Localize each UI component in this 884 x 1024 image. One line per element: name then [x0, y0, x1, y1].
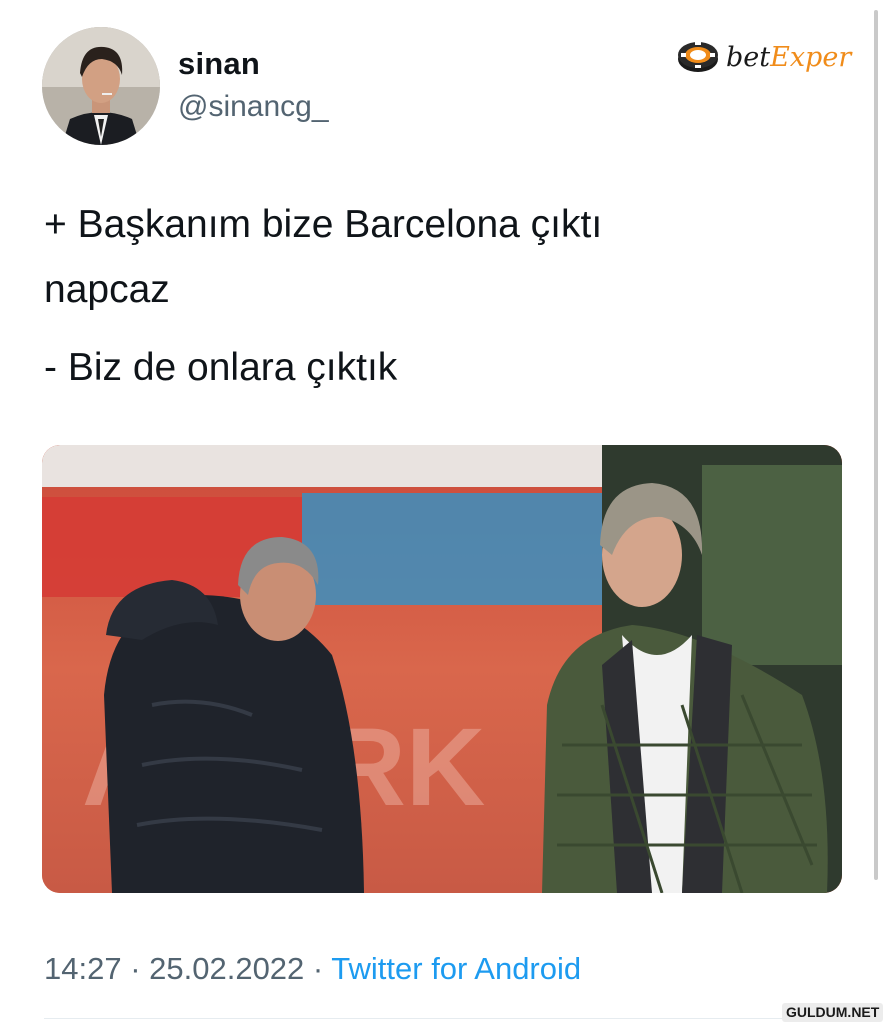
user-handle[interactable]: @sinancg_ — [178, 90, 329, 124]
meta-separator: · — [304, 951, 332, 986]
tweet-text-line: + Başkanım bize Barcelona çıktı — [44, 203, 603, 246]
poker-chip-icon — [678, 42, 718, 72]
tweet-text-line: - Biz de onlara çıktık — [44, 346, 398, 389]
avatar[interactable] — [42, 27, 160, 145]
tweet-source-link[interactable]: Twitter for Android — [331, 951, 581, 986]
profile-photo — [42, 27, 160, 145]
brand-name-part1: bet — [726, 41, 771, 73]
brand-name-part2: Exper — [770, 41, 852, 73]
meta-separator: · — [121, 951, 150, 986]
tweet-text-line: napcaz — [44, 268, 170, 311]
display-name[interactable]: sinan — [178, 46, 260, 82]
tweet-time[interactable]: 14:27 — [44, 951, 122, 986]
brand-name: betExper — [726, 42, 851, 73]
scrollbar[interactable] — [874, 10, 878, 880]
tweet-date[interactable]: 25.02.2022 — [149, 951, 304, 986]
photo-two-men-icon: AGARK — [42, 445, 842, 893]
tweet-meta: 14:27 · 25.02.2022 · Twitter for Android — [44, 951, 581, 987]
brand-logo: betExper — [676, 36, 866, 78]
divider — [44, 1018, 840, 1019]
tweet-media-photo[interactable]: AGARK — [42, 445, 842, 893]
watermark: GULDUM.NET — [782, 1003, 884, 1022]
